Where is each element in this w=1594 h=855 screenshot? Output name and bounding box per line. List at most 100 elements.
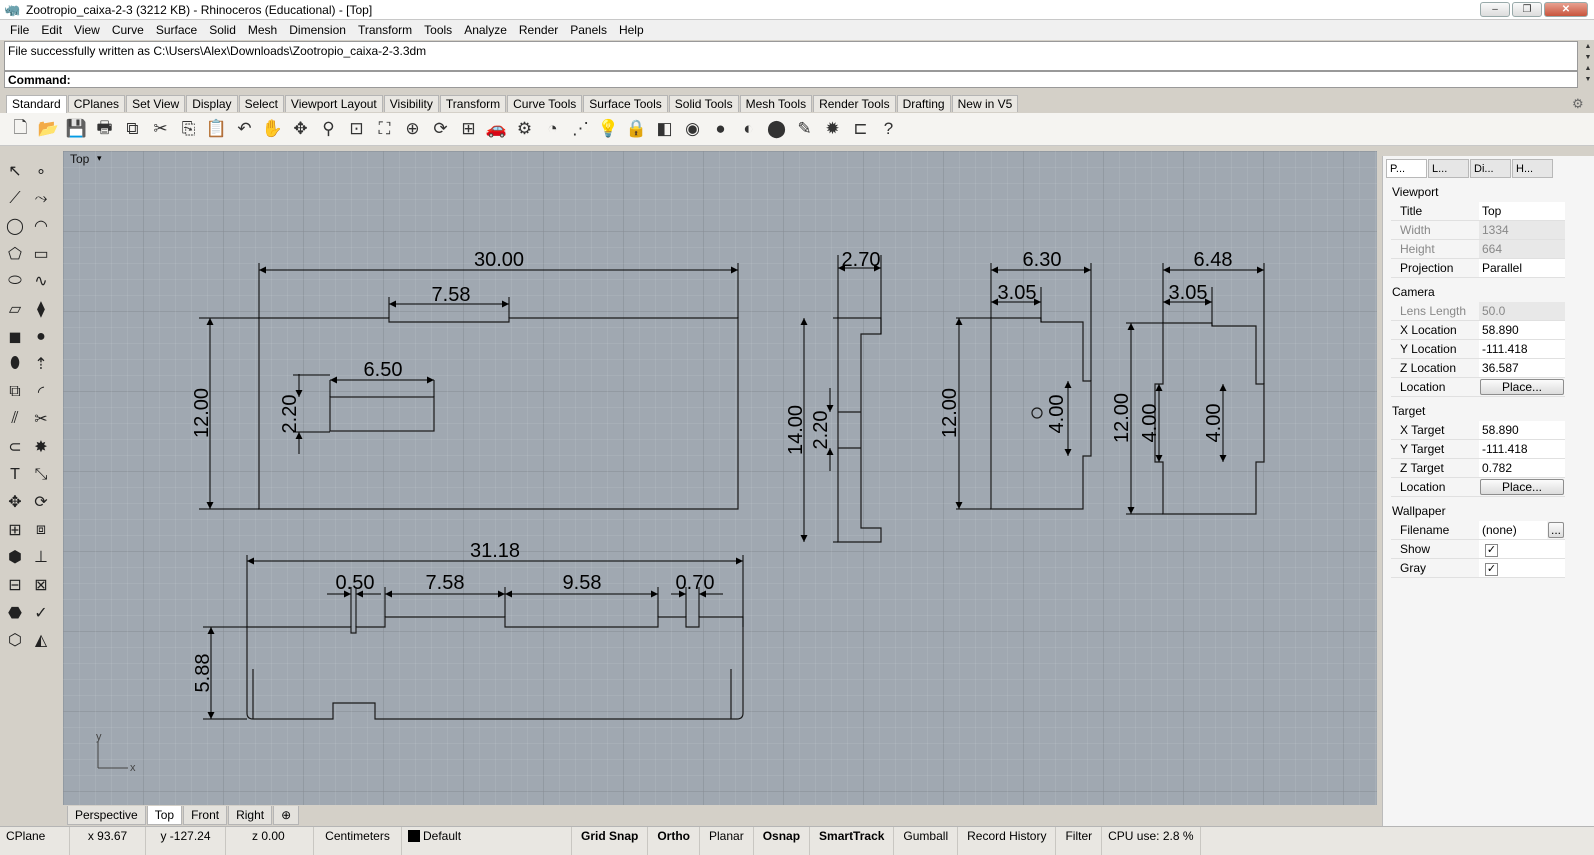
tab-visibility[interactable]: Visibility [383, 95, 439, 112]
viewport-tab-top[interactable]: Top [146, 806, 183, 825]
panel-tab-layers[interactable]: L... [1428, 159, 1469, 178]
menu-edit[interactable]: Edit [35, 20, 68, 40]
tab-solid-tools[interactable]: Solid Tools [668, 95, 739, 112]
prop-title-value[interactable]: Top [1479, 202, 1565, 220]
split-icon[interactable]: ⫽ [2, 406, 28, 432]
rotate-icon[interactable]: ⟳ [28, 489, 54, 515]
toolbar-settings-icon[interactable]: ⚙ [1572, 96, 1584, 112]
text-icon[interactable]: T [2, 462, 28, 488]
panel-tab-properties[interactable]: P... [1386, 159, 1427, 178]
zoom-icon[interactable]: ⚲ [316, 116, 341, 142]
viewport-tab-perspective[interactable]: Perspective [67, 806, 146, 825]
zoom-extents-icon[interactable]: ⛶ [372, 116, 397, 142]
layer-icon[interactable]: ◧ [652, 116, 677, 142]
four-viewports-icon[interactable]: ⊞ [456, 116, 481, 142]
tab-mesh-tools[interactable]: Mesh Tools [739, 95, 813, 112]
menu-mesh[interactable]: Mesh [242, 20, 283, 40]
menu-render[interactable]: Render [513, 20, 564, 40]
close-button[interactable]: ✕ [1544, 2, 1588, 17]
tab-set-view[interactable]: Set View [126, 95, 186, 112]
car-icon[interactable]: 🚗 [484, 116, 509, 142]
move-icon[interactable]: ✥ [2, 489, 28, 515]
prop-y-location-value[interactable]: -111.418 [1479, 340, 1565, 358]
tab-render-tools[interactable]: Render Tools [813, 95, 896, 112]
panel-tab-help[interactable]: H... [1512, 159, 1553, 178]
prop-x-location-value[interactable]: 58.890 [1479, 321, 1565, 339]
menu-analyze[interactable]: Analyze [458, 20, 513, 40]
print-icon[interactable]: 🖶 [92, 116, 117, 142]
minimize-button[interactable]: – [1480, 2, 1510, 17]
tab-cplanes[interactable]: CPlanes [67, 95, 126, 112]
menu-solid[interactable]: Solid [203, 20, 242, 40]
status-units[interactable]: Centimeters [314, 827, 402, 855]
menu-file[interactable]: File [4, 20, 35, 40]
prop-x-target-value[interactable]: 58.890 [1479, 421, 1565, 439]
move-view-icon[interactable]: ✥ [288, 116, 313, 142]
status-cplane[interactable]: CPlane [0, 827, 70, 855]
menu-view[interactable]: View [68, 20, 106, 40]
cut-icon[interactable]: ✂ [148, 116, 173, 142]
curve-icon[interactable]: ⤳ [28, 186, 54, 212]
lock-icon[interactable]: 🔒 [624, 116, 649, 142]
status-toggle-smarttrack[interactable]: SmartTrack [810, 827, 895, 855]
menu-panels[interactable]: Panels [564, 20, 613, 40]
open-icon[interactable]: 📂 [36, 116, 61, 142]
menu-tools[interactable]: Tools [418, 20, 458, 40]
browse-wallpaper-button[interactable]: ... [1548, 522, 1564, 538]
prop-projection-select[interactable]: Parallel [1479, 259, 1565, 277]
zoom-selected-icon[interactable]: ⊕ [400, 116, 425, 142]
pencil-icon[interactable]: ✎ [792, 116, 817, 142]
boolean-icon[interactable]: ⧉ [2, 379, 28, 405]
prop-y-target-value[interactable]: -111.418 [1479, 440, 1565, 458]
menu-dimension[interactable]: Dimension [283, 20, 352, 40]
loft-icon[interactable]: ⧫ [28, 296, 54, 322]
dimension-icon[interactable]: ⊥ [28, 544, 54, 570]
tab-display[interactable]: Display [186, 95, 238, 112]
polyline-icon[interactable]: ⟋ [2, 186, 28, 212]
sphere-icon[interactable]: ● [28, 324, 54, 350]
render-sphere-icon[interactable]: ● [708, 116, 733, 142]
zoom-window-icon[interactable]: ⊡ [344, 116, 369, 142]
maximize-button[interactable]: ❐ [1512, 2, 1542, 17]
grid-icon[interactable]: ⊟ [2, 572, 28, 598]
import-icon[interactable]: ⧉ [120, 116, 145, 142]
fillet-icon[interactable]: ◜ [28, 379, 54, 405]
tab-transform[interactable]: Transform [439, 95, 507, 112]
menu-help[interactable]: Help [613, 20, 650, 40]
status-toggle-gumball[interactable]: Gumball [894, 827, 959, 855]
pan-icon[interactable]: ✋ [260, 116, 285, 142]
tab-standard[interactable]: Standard [6, 95, 67, 113]
status-toggle-record-history[interactable]: Record History [958, 827, 1057, 855]
freeform-icon[interactable]: ∿ [28, 268, 54, 294]
scale-icon[interactable]: ⤡ [28, 462, 54, 488]
status-toggle-filter[interactable]: Filter [1056, 827, 1103, 855]
solid-tools-icon[interactable]: ⬡ [2, 627, 28, 653]
status-layer[interactable]: Default [402, 827, 572, 855]
color-wheel-icon[interactable]: ◉ [680, 116, 705, 142]
tab-new-in-v5[interactable]: New in V5 [951, 95, 1019, 112]
box-icon[interactable]: ◼ [2, 324, 28, 350]
dimension-icon[interactable]: ⊏ [848, 116, 873, 142]
rotate-view-icon[interactable]: ⟳ [428, 116, 453, 142]
light-icon[interactable]: 💡 [596, 116, 621, 142]
paste-icon[interactable]: 📋 [204, 116, 229, 142]
status-toggle-planar[interactable]: Planar [700, 827, 754, 855]
camera-place-button[interactable]: Place... [1480, 379, 1564, 395]
tab-surface-tools[interactable]: Surface Tools [583, 95, 668, 112]
tab-drafting[interactable]: Drafting [896, 95, 951, 112]
join-icon[interactable]: ⊂ [2, 434, 28, 460]
point-icon[interactable]: ∘ [28, 158, 54, 184]
points-icon[interactable]: ⋰ [568, 116, 593, 142]
arc-icon[interactable]: ◠ [28, 213, 54, 239]
select-icon[interactable]: ↖ [2, 158, 28, 184]
analyze-icon[interactable]: ⊠ [28, 572, 54, 598]
status-toggle-grid-snap[interactable]: Grid Snap [572, 827, 649, 855]
prop-z-location-value[interactable]: 36.587 [1479, 359, 1565, 377]
align-icon[interactable]: ⧈ [28, 517, 54, 543]
panel-tab-display[interactable]: Di... [1470, 159, 1511, 178]
status-toggle-ortho[interactable]: Ortho [648, 827, 701, 855]
new-icon[interactable]: 🗋 [8, 116, 33, 142]
array-icon[interactable]: ⊞ [2, 517, 28, 543]
paint-icon[interactable]: ◭ [28, 627, 54, 653]
target-place-button[interactable]: Place... [1480, 479, 1564, 495]
